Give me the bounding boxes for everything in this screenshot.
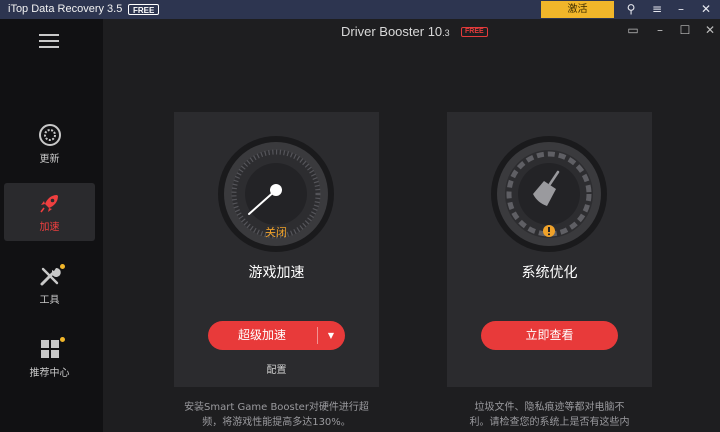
super-boost-button[interactable]: 超级加速 ▼ xyxy=(208,321,345,350)
card-title: 游戏加速 xyxy=(248,265,305,281)
system-optimize-card: 系统优化 立即查看 xyxy=(447,112,652,387)
game-boost-description: 安装Smart Game Booster对硬件进行超 频，将游戏性能提高多达13… xyxy=(184,402,369,428)
sidebar-item-update[interactable]: 更新 xyxy=(4,115,95,173)
outer-title-bar: iTop Data Recovery 3.5 FREE 激活 ⚲ ≡ – ✕ xyxy=(0,0,720,19)
gauge-status-label: 关闭 xyxy=(265,225,287,239)
sidebar-item-recommend[interactable]: 推荐中心 xyxy=(4,329,95,387)
sidebar-item-label: 加速 xyxy=(39,222,60,233)
search-icon[interactable]: ⚲ xyxy=(622,1,640,18)
hamburger-menu-icon[interactable]: ≡ xyxy=(648,1,666,18)
feedback-icon[interactable]: ▭ xyxy=(624,22,642,38)
app-free-badge: FREE xyxy=(461,27,488,37)
rocket-icon xyxy=(40,195,58,213)
tools-icon xyxy=(40,267,61,286)
sidebar: 更新 加速 工具 推荐中心 xyxy=(0,19,103,432)
maximize-icon[interactable]: ☐ xyxy=(676,22,694,38)
close-icon[interactable]: ✕ xyxy=(697,1,715,18)
sidebar-item-label: 更新 xyxy=(39,154,60,165)
card-title: 系统优化 xyxy=(521,265,578,281)
notification-dot xyxy=(60,264,65,269)
view-now-button[interactable]: 立即查看 xyxy=(481,321,618,350)
outer-free-badge: FREE xyxy=(128,4,160,15)
grid-icon xyxy=(41,340,59,358)
super-boost-label: 超级加速 xyxy=(237,328,286,342)
sidebar-item-label: 推荐中心 xyxy=(29,368,70,379)
app-title: Driver Booster 10.3 xyxy=(341,24,450,39)
config-link[interactable]: 配置 xyxy=(174,361,379,376)
minimize-icon[interactable]: – xyxy=(651,22,669,38)
sidebar-item-boost[interactable]: 加速 xyxy=(4,183,95,241)
sidebar-item-label: 工具 xyxy=(39,295,60,306)
main-panel: Driver Booster 10.3 FREE ▭ – ☐ ✕ 关闭 游戏加速… xyxy=(103,19,720,432)
menu-icon[interactable] xyxy=(39,34,59,48)
chevron-down-icon[interactable]: ▼ xyxy=(320,321,342,350)
view-now-label: 立即查看 xyxy=(525,328,574,342)
game-boost-gauge: 关闭 xyxy=(218,136,334,252)
game-boost-card: 关闭 游戏加速 超级加速 ▼ 配置 xyxy=(174,112,379,387)
button-divider xyxy=(317,327,318,344)
outer-window-title: iTop Data Recovery 3.5 xyxy=(8,3,123,15)
notification-dot xyxy=(60,337,65,342)
close-icon[interactable]: ✕ xyxy=(701,22,719,38)
update-icon xyxy=(39,124,61,146)
minimize-icon[interactable]: – xyxy=(672,1,690,18)
system-optimize-description: 垃圾文件、隐私痕迹等都对电脑不 利。请检查您的系统上是否有这些内 xyxy=(469,402,630,428)
activate-button[interactable]: 激活 xyxy=(541,1,614,18)
sidebar-item-tools[interactable]: 工具 xyxy=(4,256,95,314)
system-optimize-gauge xyxy=(491,136,607,252)
